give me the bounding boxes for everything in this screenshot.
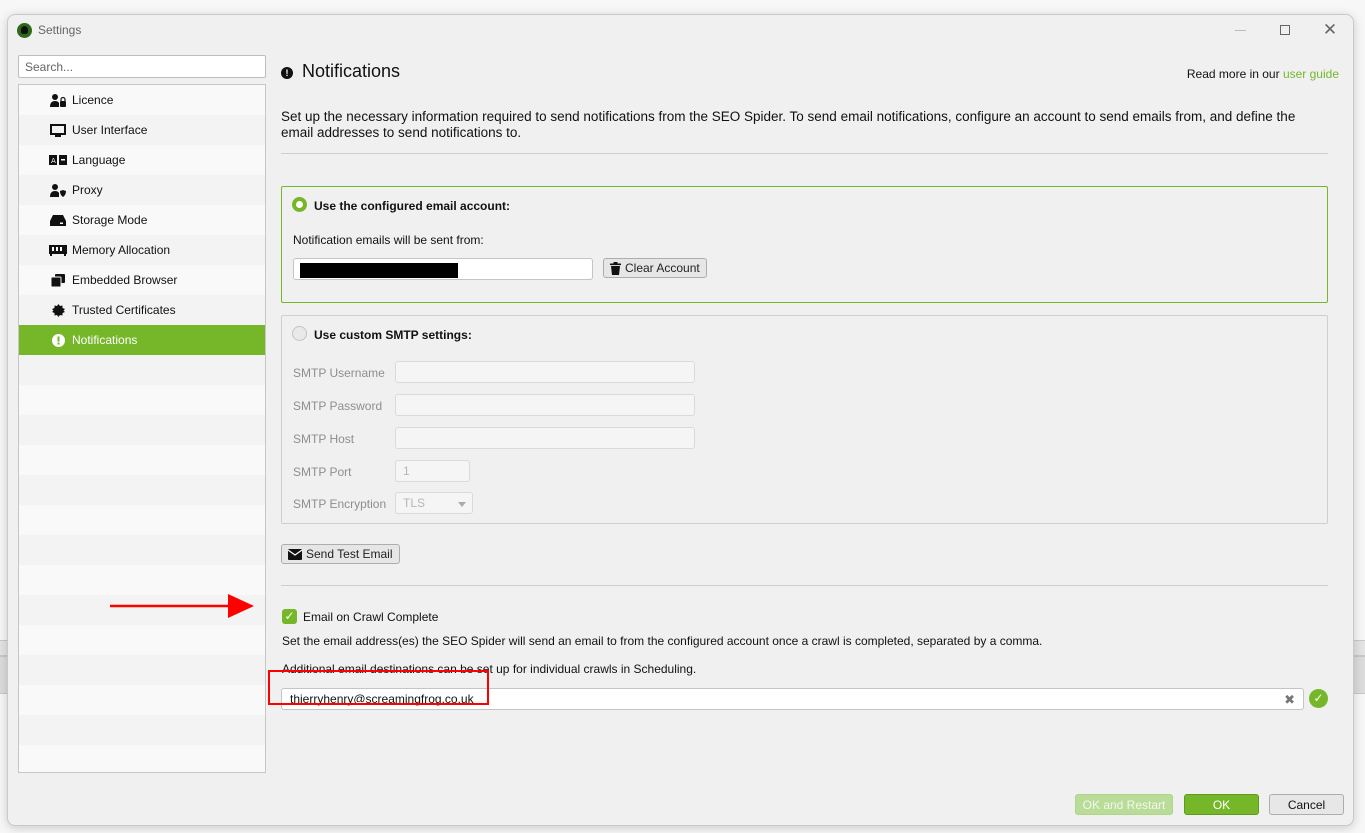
smtp-encryption-label: SMTP Encryption <box>293 497 387 511</box>
sidebar-item-language[interactable]: A Language <box>19 145 265 175</box>
smtp-username-input[interactable] <box>395 361 695 383</box>
email-on-crawl-complete-label: Email on Crawl Complete <box>303 610 439 624</box>
sidebar-item-licence[interactable]: Licence <box>19 85 265 115</box>
sidebar-item-label: Memory Allocation <box>72 243 171 257</box>
sidebar-item-label: Language <box>72 153 126 167</box>
sidebar-item-memory-allocation[interactable]: Memory Allocation <box>19 235 265 265</box>
sidebar-item-label: Licence <box>72 93 114 107</box>
sidebar-empty-row <box>19 625 265 655</box>
cancel-button[interactable]: Cancel <box>1269 794 1344 815</box>
sidebar-empty-row <box>19 655 265 685</box>
clear-account-button[interactable]: Clear Account <box>603 258 707 278</box>
memory-icon <box>49 244 67 256</box>
title-bar: Settings ✕ <box>8 15 1353 45</box>
hard-drive-icon <box>49 214 67 226</box>
user-lock-icon <box>49 93 67 107</box>
maximize-button[interactable] <box>1265 19 1305 41</box>
divider <box>281 585 1328 586</box>
sidebar-empty-row <box>19 445 265 475</box>
sidebar-empty-row <box>19 385 265 415</box>
read-more-text: Read more in our <box>1186 67 1280 81</box>
send-test-email-label: Send Test Email <box>306 547 393 561</box>
user-guide-link[interactable]: user guide <box>1283 67 1339 81</box>
sidebar-item-label: Notifications <box>72 333 138 347</box>
sidebar-empty-row <box>19 715 265 745</box>
sidebar-empty-row <box>19 355 265 385</box>
sidebar-empty-row <box>19 535 265 565</box>
annotation-highlight-box <box>268 670 489 705</box>
sidebar-item-label: Proxy <box>72 183 103 197</box>
sidebar-item-label: Storage Mode <box>72 213 148 227</box>
sidebar-empty-row <box>19 475 265 505</box>
close-icon: ✕ <box>1322 20 1338 39</box>
sidebar-item-embedded-browser[interactable]: Embedded Browser <box>19 265 265 295</box>
settings-dialog: Settings ✕ Licence User Interface A Lang… <box>7 14 1354 826</box>
sidebar-item-notifications[interactable]: Notifications <box>19 325 265 355</box>
smtp-port-input[interactable]: 1 <box>395 460 470 482</box>
sidebar-empty-row <box>19 745 265 772</box>
sidebar-item-label: User Interface <box>72 123 148 137</box>
email-on-crawl-complete-checkbox[interactable]: ✓ <box>282 609 297 624</box>
annotation-arrow-icon <box>110 594 254 618</box>
page-title: Notifications <box>302 61 401 81</box>
smtp-label: Use custom SMTP settings: <box>314 328 472 342</box>
smtp-encryption-value: TLS <box>403 496 426 510</box>
divider <box>281 153 1328 154</box>
svg-text:A: A <box>51 157 56 165</box>
sidebar-empty-row <box>19 415 265 445</box>
smtp-username-label: SMTP Username <box>293 366 385 380</box>
sidebar-item-label: Embedded Browser <box>72 273 178 287</box>
valid-check-icon: ✓ <box>1309 689 1328 708</box>
sidebar-item-trusted-certificates[interactable]: Trusted Certificates <box>19 295 265 325</box>
clear-account-label: Clear Account <box>625 261 700 275</box>
ok-button[interactable]: OK <box>1184 794 1259 815</box>
screaming-frog-logo-icon <box>17 23 32 38</box>
settings-nav: Licence User Interface A Language Proxy … <box>18 84 266 773</box>
configured-account-radio[interactable] <box>292 197 307 212</box>
user-shield-icon <box>49 183 67 197</box>
sidebar-empty-row <box>19 565 265 595</box>
chevron-down-icon <box>458 502 466 507</box>
sidebar-empty-row <box>19 685 265 715</box>
sidebar-empty-row <box>19 505 265 535</box>
sent-from-field <box>293 258 593 280</box>
language-icon: A <box>49 155 67 165</box>
smtp-group: Use custom SMTP settings: SMTP Username … <box>281 315 1328 524</box>
trash-icon <box>610 261 621 275</box>
monitor-icon <box>49 123 67 137</box>
envelope-icon <box>288 548 302 560</box>
maximize-icon <box>1280 25 1290 35</box>
smtp-encryption-select[interactable]: TLS <box>395 492 473 514</box>
smtp-radio[interactable] <box>292 326 307 341</box>
configured-account-group: Use the configured email account: Notifi… <box>281 186 1328 303</box>
intro-text: Set up the necessary information require… <box>281 109 1296 140</box>
smtp-password-input[interactable] <box>395 394 695 416</box>
sent-from-label: Notification emails will be sent from: <box>293 233 484 247</box>
read-more: Read more in our user guide <box>1187 67 1339 81</box>
window-title: Settings <box>38 23 82 37</box>
smtp-port-label: SMTP Port <box>293 465 352 479</box>
sidebar-item-storage-mode[interactable]: Storage Mode <box>19 205 265 235</box>
exclamation-circle-icon <box>49 333 67 347</box>
search-input[interactable] <box>18 55 266 78</box>
clear-input-icon[interactable]: ✖ <box>1284 692 1295 708</box>
certificate-icon <box>49 303 67 317</box>
redacted-email <box>300 263 458 278</box>
configured-account-label: Use the configured email account: <box>314 199 511 213</box>
sidebar-item-proxy[interactable]: Proxy <box>19 175 265 205</box>
sidebar-item-user-interface[interactable]: User Interface <box>19 115 265 145</box>
smtp-host-input[interactable] <box>395 427 695 449</box>
sidebar-item-label: Trusted Certificates <box>72 303 176 317</box>
exclamation-circle-icon: ! <box>281 67 293 79</box>
send-test-email-button[interactable]: Send Test Email <box>281 544 400 564</box>
minimize-button[interactable] <box>1220 19 1260 41</box>
ok-and-restart-button[interactable]: OK and Restart <box>1075 794 1173 815</box>
minimize-icon <box>1234 29 1246 31</box>
smtp-host-label: SMTP Host <box>293 432 355 446</box>
smtp-password-label: SMTP Password <box>293 399 383 413</box>
close-button[interactable]: ✕ <box>1310 19 1350 41</box>
crawl-complete-help-text: Set the email address(es) the SEO Spider… <box>282 634 1043 648</box>
window-restore-icon <box>49 273 67 287</box>
